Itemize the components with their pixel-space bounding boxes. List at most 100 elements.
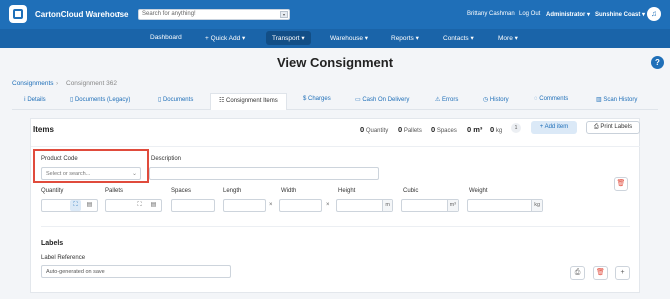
consignment-item-card: Product Code Select or search... ⌄ Descr… (31, 146, 640, 291)
item-count-badge: 1 (511, 123, 521, 133)
delete-label-icon[interactable]: 🗑 (593, 266, 608, 280)
width-label: Width (281, 188, 297, 194)
nav-reports[interactable]: Reports ▾ (391, 34, 419, 42)
nav-quick-add[interactable]: + Quick Add ▾ (205, 34, 245, 42)
summary-spaces-value: 0 (431, 125, 436, 134)
breadcrumb-consignments[interactable]: Consignments (12, 80, 54, 87)
label-reference-value: Auto-generated on save (46, 269, 105, 275)
tab-details[interactable]: ⅰ Details (24, 96, 46, 103)
tab-bar: ⅰ Details ▯ Documents (Legacy) ▯ Documen… (12, 93, 658, 110)
quantity-unit-scan-icon[interactable]: ▤ (84, 200, 95, 211)
add-label-icon[interactable]: + (615, 266, 630, 280)
cubic-label: Cubic (403, 188, 419, 194)
labels-section-title: Labels (41, 240, 64, 247)
pallets-unit-carton-icon[interactable]: ⛶ (134, 200, 145, 211)
tab-label: Cash On Delivery (362, 97, 410, 103)
search-dropdown-icon[interactable]: ▾ (280, 11, 288, 18)
summary-spaces-label: Spaces (436, 128, 457, 134)
label-reference-label: Label Reference (41, 255, 86, 261)
summary-pallets-value: 0 (398, 125, 403, 134)
quantity-unit-carton-icon[interactable]: ⛶ (70, 200, 81, 211)
product-code-select[interactable]: Select or search... ⌄ (41, 167, 141, 180)
nav-contacts-label: Contacts (443, 35, 469, 42)
nav-more-label: More (498, 35, 513, 42)
height-label: Height (338, 188, 356, 194)
tab-history[interactable]: ◷ History (483, 96, 509, 103)
weight-input[interactable]: kg (467, 199, 543, 212)
pallets-label: Pallets (105, 188, 124, 194)
tab-charges[interactable]: $ Charges (303, 96, 331, 102)
length-input[interactable] (223, 199, 266, 212)
main-nav: Dashboard + Quick Add ▾ Transport ▾ Ware… (0, 29, 670, 48)
items-panel: Items 0 Quantity 0 Pallets 0 Spaces 0 m³… (30, 118, 640, 293)
search-input[interactable]: Search for anything! ▾ (138, 9, 290, 20)
length-label: Length (223, 188, 242, 194)
pallets-input[interactable]: ⛶ ▤ (105, 199, 162, 212)
app-title[interactable]: CartonCloud Warehouse (35, 10, 128, 19)
role-label: Administrator (546, 12, 586, 18)
tab-cash-on-delivery[interactable]: ▭ Cash On Delivery (355, 96, 409, 103)
divider (41, 226, 630, 227)
user-name-link[interactable]: Brittany Cashman (467, 11, 515, 17)
summary-weight-value: 0 (490, 125, 495, 134)
summary-spaces: 0 Spaces (431, 125, 457, 134)
summary-pallets-label: Pallets (403, 128, 422, 134)
summary-quantity: 0 Quantity (360, 125, 388, 134)
height-input[interactable]: m (336, 199, 393, 212)
tab-label: Comments (539, 96, 569, 102)
multiply-icon: × (269, 202, 273, 208)
tab-label: Errors (442, 97, 459, 103)
weight-unit: kg (531, 200, 542, 211)
cubic-unit: m³ (446, 200, 458, 211)
breadcrumb-separator-icon: › (56, 80, 59, 87)
weight-label: Weight (469, 188, 488, 194)
nav-warehouse-label: Warehouse (330, 35, 363, 42)
summary-weight: 0 kg (490, 125, 502, 134)
bell-icon[interactable]: ♫ (647, 7, 661, 21)
tab-documents[interactable]: ▯ Documents (158, 96, 193, 103)
width-input[interactable] (279, 199, 322, 212)
quantity-input[interactable]: ⛶ ▤ (41, 199, 98, 212)
cubic-input[interactable]: m³ (401, 199, 459, 212)
nav-dashboard[interactable]: Dashboard (150, 34, 182, 41)
tab-label: Consignment Items (226, 98, 278, 104)
items-title: Items (33, 125, 54, 134)
tab-label: Scan History (603, 97, 638, 103)
tab-errors[interactable]: ⚠ Errors (435, 96, 458, 103)
summary-weight-label: kg (495, 128, 503, 134)
cartoncloud-logo-icon[interactable] (9, 5, 27, 23)
role-dropdown[interactable]: Administrator ▾ (546, 11, 590, 18)
site-dropdown[interactable]: Sunshine Coast ▾ (595, 11, 645, 18)
multiply-icon: × (326, 202, 330, 208)
length-unit: m (382, 200, 392, 211)
print-labels-button[interactable]: ⎙ Print Labels (586, 121, 640, 134)
spaces-input[interactable] (171, 199, 215, 212)
page-title: View Consignment (276, 55, 394, 70)
summary-quantity-label: Quantity (365, 128, 389, 134)
description-input[interactable] (149, 167, 379, 180)
logout-link[interactable]: Log Out (519, 11, 540, 17)
chevron-down-icon[interactable]: ▾ (117, 10, 120, 17)
add-item-button[interactable]: + Add item (531, 121, 577, 134)
spaces-label: Spaces (171, 188, 192, 194)
tab-consignment-items[interactable]: ☷ Consignment Items (210, 93, 287, 110)
tab-label: History (489, 97, 509, 103)
delete-item-icon[interactable]: 🗑 (614, 177, 628, 191)
tab-label: Charges (308, 96, 331, 102)
tab-comments[interactable]: ◌ Comments (534, 96, 568, 102)
label-reference-input[interactable]: Auto-generated on save (41, 265, 231, 278)
pallets-unit-scan-icon[interactable]: ▤ (148, 200, 159, 211)
nav-warehouse[interactable]: Warehouse ▾ (330, 34, 368, 42)
nav-transport[interactable]: Transport ▾ (266, 31, 311, 45)
tab-documents-legacy[interactable]: ▯ Documents (Legacy) (70, 96, 130, 103)
nav-transport-label: Transport (272, 35, 300, 42)
tab-label: Documents (Legacy) (74, 97, 131, 103)
print-label-icon[interactable]: ⎙ (570, 266, 585, 280)
tab-scan-history[interactable]: ▥ Scan History (596, 96, 637, 103)
nav-more[interactable]: More ▾ (498, 34, 518, 42)
nav-contacts[interactable]: Contacts ▾ (443, 34, 474, 42)
breadcrumb-current: Consignment 362 (66, 80, 117, 87)
summary-pallets: 0 Pallets (398, 125, 422, 134)
help-icon[interactable]: ? (651, 56, 664, 69)
search-placeholder: Search for anything! (142, 11, 196, 17)
